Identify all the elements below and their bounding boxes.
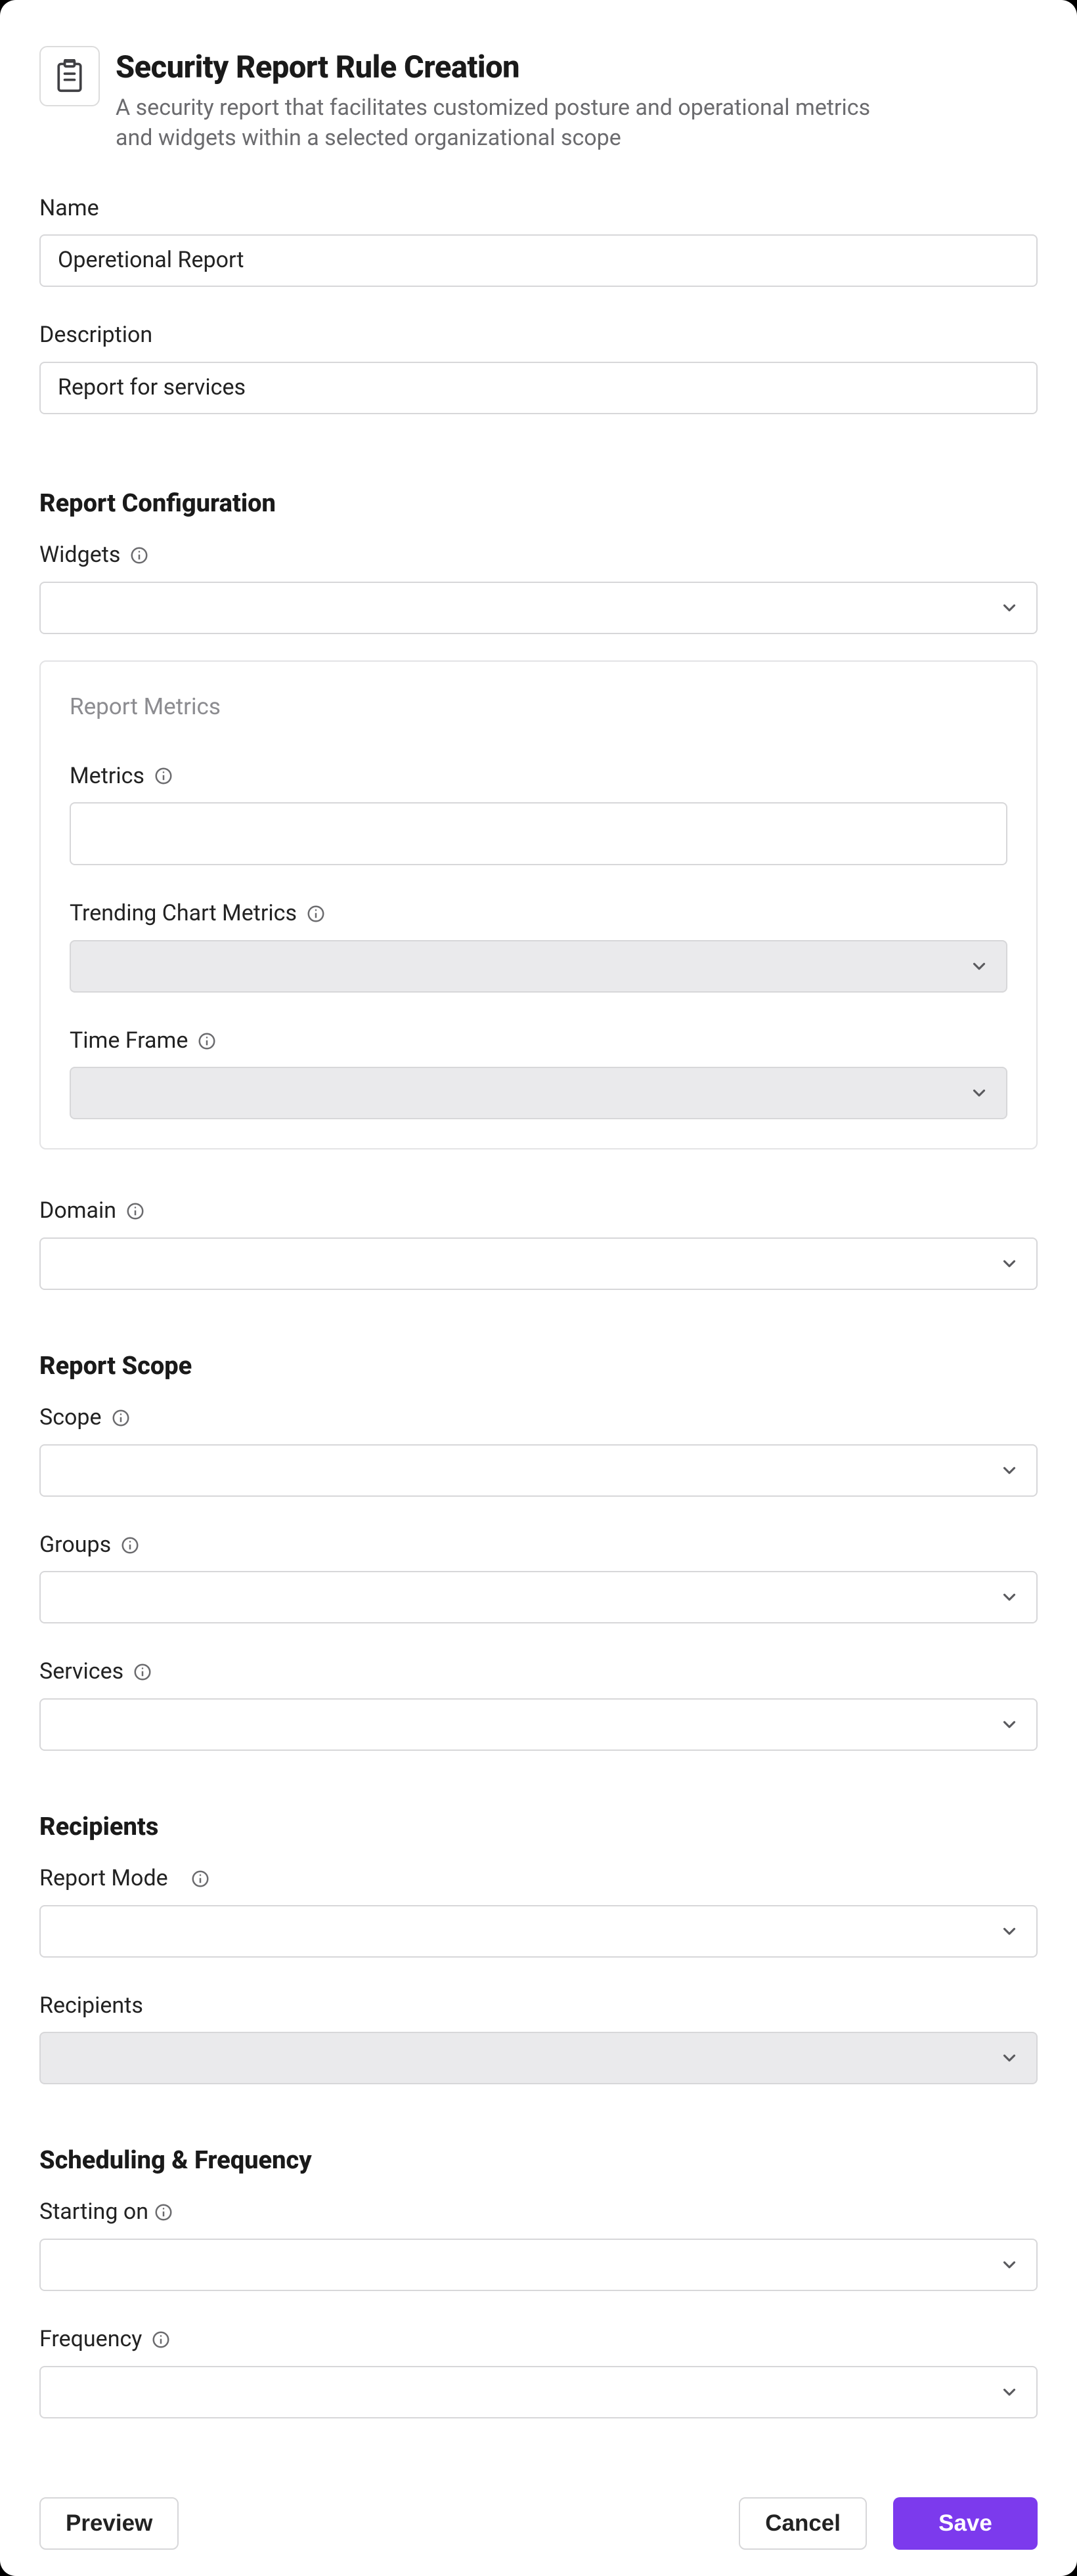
footer: Preview Cancel Save — [39, 2497, 1038, 2550]
scope-label: Scope — [39, 1402, 102, 1434]
description-field: Description Report for services — [39, 320, 1038, 414]
metrics-label: Metrics — [70, 761, 144, 792]
starting-on-select[interactable] — [39, 2239, 1038, 2291]
metrics-select[interactable] — [70, 802, 1007, 865]
info-icon[interactable] — [120, 1535, 140, 1555]
chevron-down-icon — [1000, 1715, 1019, 1734]
timeframe-select[interactable] — [70, 1067, 1007, 1119]
frequency-select[interactable] — [39, 2366, 1038, 2418]
groups-label: Groups — [39, 1530, 111, 1561]
services-field: Services — [39, 1656, 1038, 1751]
form-panel: Security Report Rule Creation A security… — [0, 0, 1077, 2576]
chevron-down-icon — [1000, 1461, 1019, 1480]
chevron-down-icon — [1000, 1254, 1019, 1274]
chevron-down-icon — [1000, 2255, 1019, 2275]
services-label: Services — [39, 1656, 123, 1688]
report-metrics-title: Report Metrics — [70, 691, 1007, 723]
widgets-label: Widgets — [39, 540, 120, 571]
description-label: Description — [39, 320, 1038, 351]
timeframe-field: Time Frame — [70, 1025, 1007, 1120]
groups-select[interactable] — [39, 1571, 1038, 1623]
cancel-button[interactable]: Cancel — [739, 2497, 867, 2550]
info-icon[interactable] — [151, 2330, 171, 2350]
info-icon[interactable] — [197, 1031, 217, 1051]
recipients-select[interactable] — [39, 2032, 1038, 2084]
report-metrics-card: Report Metrics Metrics Trending Chart Me… — [39, 660, 1038, 1150]
section-scheduling: Scheduling & Frequency — [39, 2143, 1038, 2178]
header: Security Report Rule Creation A security… — [39, 46, 1038, 154]
services-select[interactable] — [39, 1698, 1038, 1751]
scope-select[interactable] — [39, 1444, 1038, 1497]
report-mode-select[interactable] — [39, 1905, 1038, 1958]
chevron-down-icon — [969, 1083, 989, 1103]
preview-button[interactable]: Preview — [39, 2497, 179, 2550]
chevron-down-icon — [1000, 1587, 1019, 1607]
info-icon[interactable] — [111, 1408, 131, 1428]
timeframe-label: Time Frame — [70, 1025, 188, 1057]
clipboard-icon — [39, 46, 100, 106]
name-value: Operetional Report — [58, 245, 244, 276]
chevron-down-icon — [1000, 2382, 1019, 2402]
info-icon[interactable] — [306, 904, 326, 924]
widgets-select[interactable] — [39, 582, 1038, 634]
info-icon[interactable] — [154, 2202, 173, 2222]
trending-field: Trending Chart Metrics — [70, 898, 1007, 993]
starting-on-label: Starting on — [39, 2197, 148, 2228]
description-input[interactable]: Report for services — [39, 362, 1038, 414]
domain-select[interactable] — [39, 1237, 1038, 1290]
info-icon[interactable] — [125, 1201, 145, 1221]
save-button[interactable]: Save — [893, 2497, 1038, 2550]
chevron-down-icon — [1000, 1921, 1019, 1941]
info-icon[interactable] — [154, 766, 173, 786]
page-title: Security Report Rule Creation — [116, 46, 890, 89]
name-field: Name Operetional Report — [39, 193, 1038, 288]
report-mode-label: Report Mode — [39, 1863, 168, 1895]
starting-on-field: Starting on — [39, 2197, 1038, 2291]
info-icon[interactable] — [133, 1662, 152, 1682]
name-label: Name — [39, 193, 1038, 225]
chevron-down-icon — [1000, 2048, 1019, 2068]
info-icon[interactable] — [129, 546, 149, 565]
chevron-down-icon — [1000, 598, 1019, 618]
section-report-scope: Report Scope — [39, 1349, 1038, 1384]
metrics-field: Metrics — [70, 761, 1007, 866]
report-mode-field: Report Mode — [39, 1863, 1038, 1958]
frequency-field: Frequency — [39, 2324, 1038, 2418]
page-subtitle: A security report that facilitates custo… — [116, 93, 890, 154]
domain-field: Domain — [39, 1195, 1038, 1290]
scope-field: Scope — [39, 1402, 1038, 1497]
chevron-down-icon — [969, 956, 989, 976]
recipients-field: Recipients — [39, 1990, 1038, 2085]
section-report-configuration: Report Configuration — [39, 486, 1038, 521]
recipients-label: Recipients — [39, 1990, 143, 2022]
info-icon[interactable] — [190, 1869, 210, 1889]
name-input[interactable]: Operetional Report — [39, 234, 1038, 287]
description-value: Report for services — [58, 372, 246, 404]
trending-select[interactable] — [70, 940, 1007, 993]
section-recipients: Recipients — [39, 1810, 1038, 1845]
trending-label: Trending Chart Metrics — [70, 898, 297, 930]
widgets-field: Widgets — [39, 540, 1038, 634]
domain-label: Domain — [39, 1195, 116, 1227]
groups-field: Groups — [39, 1530, 1038, 1624]
frequency-label: Frequency — [39, 2324, 142, 2355]
